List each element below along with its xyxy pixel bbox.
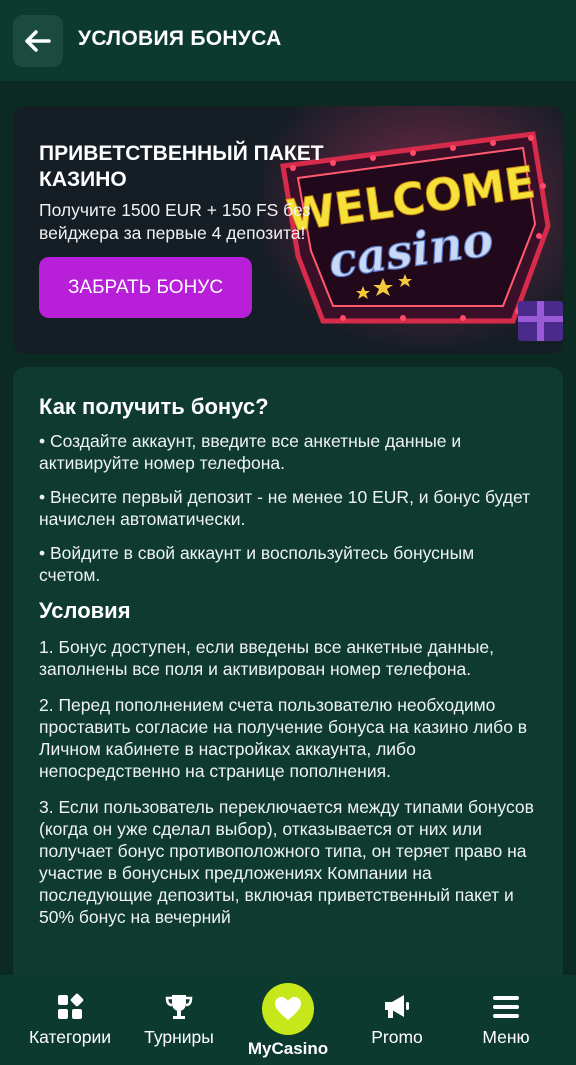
how-to-step: • Войдите в свой аккаунт и воспользуйтес…	[39, 543, 475, 585]
page-title: УСЛОВИЯ БОНУСА	[78, 27, 282, 50]
main-content[interactable]: WELCOME casino ПРИВЕТСТВЕННЫЙ ПАКЕТ КАЗИ…	[0, 82, 576, 975]
back-button[interactable]	[13, 15, 63, 67]
welcome-promo-banner: WELCOME casino ПРИВЕТСТВЕННЫЙ ПАКЕТ КАЗИ…	[13, 106, 563, 354]
promo-subtitle: Получите 1500 EUR + 150 FS без вейджера …	[39, 200, 311, 243]
mycasino-badge	[262, 983, 314, 1035]
hamburger-menu-icon	[493, 996, 519, 1018]
nav-label: Турниры	[144, 1027, 214, 1047]
nav-label: Меню	[482, 1027, 530, 1047]
nav-label: Категории	[28, 1027, 112, 1047]
how-to-step: • Создайте аккаунт, введите все анкетные…	[39, 431, 462, 473]
arrow-left-icon	[25, 30, 51, 52]
nav-promo[interactable]: Promo	[342, 993, 452, 1048]
how-to-step: • Внесите первый депозит - не менее 10 E…	[39, 487, 531, 529]
heart-icon	[275, 997, 301, 1020]
promo-title: ПРИВЕТСТВЕННЫЙ ПАКЕТ КАЗИНО	[39, 142, 324, 191]
trophy-icon	[165, 995, 193, 1019]
categories-icon	[58, 993, 84, 1019]
condition-item: 3. Если пользователь переключается между…	[39, 797, 534, 927]
nav-label: Promo	[371, 1027, 423, 1047]
top-header: УСЛОВИЯ БОНУСА	[0, 0, 576, 82]
bonus-terms-card: Как получить бонус? • Создайте аккаунт, …	[13, 367, 563, 975]
condition-item: 2. Перед пополнением счета пользователю …	[39, 695, 528, 781]
nav-mycasino[interactable]: MyCasino	[240, 975, 336, 1059]
nav-label: MyCasino	[247, 1039, 329, 1058]
conditions-heading: Условия	[39, 598, 131, 623]
claim-bonus-button[interactable]: ЗАБРАТЬ БОНУС	[39, 257, 252, 318]
nav-tournaments[interactable]: Турниры	[124, 993, 234, 1048]
how-to-heading: Как получить бонус?	[39, 394, 269, 419]
condition-item: 1. Бонус доступен, если введены все анке…	[39, 637, 495, 679]
nav-categories[interactable]: Категории	[15, 993, 125, 1048]
nav-menu[interactable]: Меню	[451, 993, 561, 1048]
megaphone-icon	[385, 995, 409, 1018]
bottom-navigation: Категории Турниры MyCasino Promo Меню	[0, 975, 576, 1065]
